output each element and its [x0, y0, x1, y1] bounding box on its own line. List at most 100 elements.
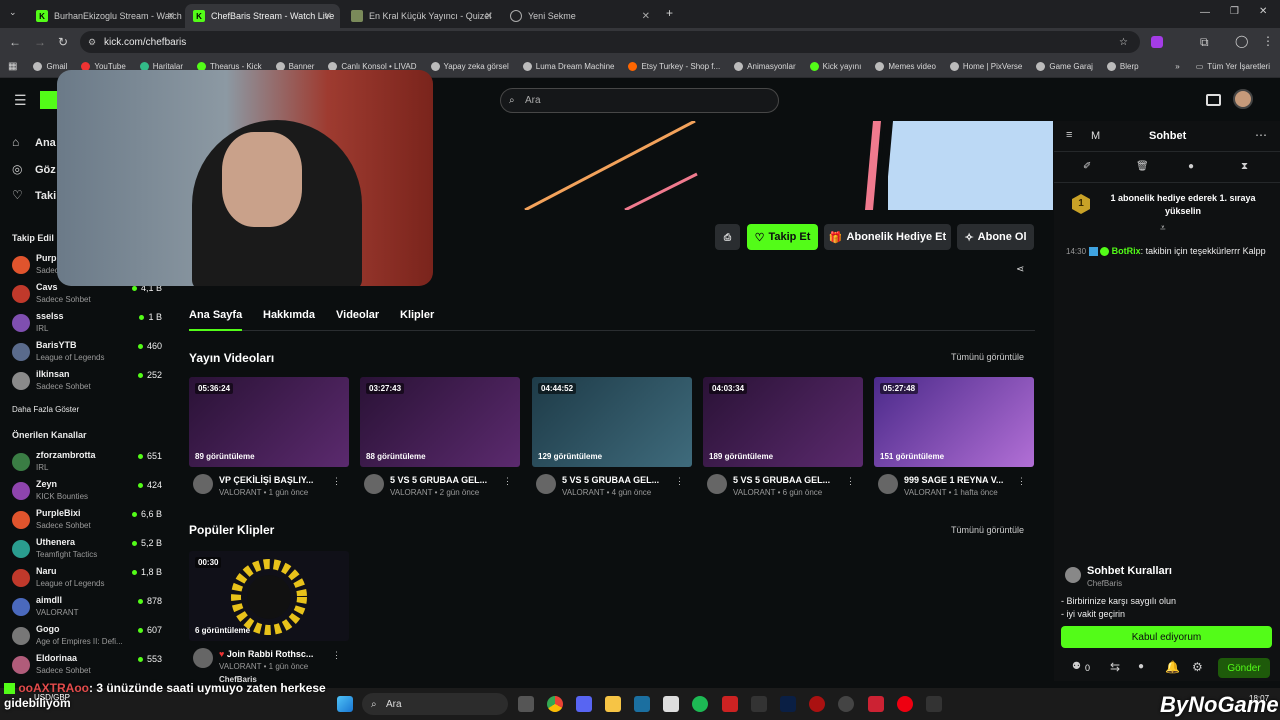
more-options-icon[interactable]: ⋮ — [503, 476, 512, 487]
extension-icon[interactable] — [1151, 36, 1163, 48]
followed-channel[interactable]: sselss IRL 1 B — [12, 310, 162, 336]
opera-icon[interactable] — [897, 696, 913, 712]
recommended-channel[interactable]: Gogo Age of Empires II: Defi... 607 — [12, 623, 162, 649]
bookmark-item[interactable]: Home | PixVerse — [949, 62, 1022, 71]
tab-new[interactable]: Yeni Sekme ✕ — [502, 4, 658, 28]
more-options-icon[interactable]: ⋮ — [675, 476, 684, 487]
heart-icon[interactable]: ♡ — [12, 189, 23, 201]
chat-mode-letter[interactable]: M — [1091, 130, 1100, 142]
epic-games-icon[interactable] — [751, 696, 767, 712]
bookmark-item[interactable]: Game Garaj — [1036, 62, 1093, 71]
clip-category[interactable]: VALORANT — [219, 662, 261, 671]
spotify-icon[interactable] — [692, 696, 708, 712]
forward-icon[interactable]: → — [34, 36, 46, 48]
browser-menu-icon[interactable]: ⋮ — [1262, 35, 1274, 47]
video-card[interactable]: 04:03:34 189 görüntüleme 5 VS 5 GRUBAA GE… — [703, 377, 863, 497]
bookmark-item[interactable]: Animasyonlar — [734, 62, 796, 71]
tab-search-icon[interactable]: ⌄ — [9, 8, 17, 17]
close-window-icon[interactable]: ✕ — [1259, 7, 1267, 17]
video-card[interactable]: 04:44:52 129 görüntüleme 5 VS 5 GRUBAA GE… — [532, 377, 692, 497]
profile-icon[interactable]: ◯ — [1235, 35, 1248, 47]
photoshop-icon[interactable] — [780, 696, 796, 712]
bookmark-star-icon[interactable]: ☆ — [1119, 37, 1128, 48]
recommended-channel[interactable]: Zeyn KICK Bounties 424 — [12, 478, 162, 504]
clips-see-all[interactable]: Tümünü görüntüle — [951, 525, 1024, 535]
clip-card[interactable]: 00:30 6 görüntüleme ♥ Join Rabbi Rothsc..… — [189, 551, 349, 684]
search-input[interactable]: ⌕ Ara — [500, 88, 779, 113]
recommended-channel[interactable]: zforzambrotta IRL 651 — [12, 449, 162, 475]
more-options-icon[interactable]: ⋮ — [1017, 476, 1026, 487]
bookmark-item[interactable]: Gmail — [33, 62, 67, 71]
tab-about[interactable]: Hakkımda — [263, 309, 315, 321]
video-category[interactable]: VALORANT — [733, 488, 775, 497]
gift-sub-button[interactable]: 🎁 Abonelik Hediye Et — [824, 224, 951, 250]
back-icon[interactable]: ← — [9, 36, 21, 48]
extensions-puzzle-icon[interactable]: ⧉ — [1200, 36, 1209, 48]
show-more-link[interactable]: Daha Fazla Göster — [12, 405, 79, 414]
followed-channel[interactable]: ilkinsan Sadece Sohbet 252 — [12, 368, 162, 394]
avatar[interactable] — [1233, 89, 1253, 109]
minimize-icon[interactable]: — — [1200, 8, 1210, 18]
more-bookmarks-icon[interactable]: » — [1175, 62, 1179, 71]
kick-drops-icon[interactable] — [1206, 94, 1221, 106]
settings-gear-icon[interactable]: ⚙ — [1192, 661, 1203, 673]
file-explorer-icon[interactable] — [605, 696, 621, 712]
video-category[interactable]: VALORANT — [219, 488, 261, 497]
close-icon[interactable]: ✕ — [642, 11, 650, 22]
bell-icon[interactable]: 🔔 — [1165, 661, 1180, 673]
users-icon[interactable]: ⚉ — [1072, 662, 1081, 672]
send-button[interactable]: Gönder — [1218, 658, 1270, 678]
tab-clips[interactable]: Klipler — [400, 309, 434, 321]
video-category[interactable]: VALORANT — [562, 488, 604, 497]
nav-following[interactable]: Taki — [35, 190, 56, 202]
tab-quiz[interactable]: En Kral Küçük Yayıncı - Quizei ✕ — [343, 4, 501, 28]
bookmark-item[interactable]: Yapay zeka görsel — [430, 62, 509, 71]
chevron-down-icon[interactable]: ⩡ — [1160, 224, 1166, 234]
new-tab-icon[interactable]: + — [666, 7, 673, 19]
obs-icon[interactable] — [838, 696, 854, 712]
recommended-channel[interactable]: Uthenera Teamfight Tactics 5,2 B — [12, 536, 162, 562]
chat-settings-icon[interactable]: ⋯ — [1255, 129, 1267, 141]
restore-icon[interactable]: ❐ — [1230, 7, 1239, 17]
share-button[interactable]: ⎙ — [715, 224, 740, 250]
bookmark-item[interactable]: Blerp — [1106, 62, 1139, 71]
message-icon[interactable]: ● — [1188, 162, 1194, 172]
follow-button[interactable]: ♡ Takip Et — [747, 224, 818, 250]
emote-icon[interactable]: ● — [1138, 662, 1144, 672]
nav-browse[interactable]: Göz — [35, 164, 56, 176]
hamburger-menu-icon[interactable]: ☰ — [14, 93, 27, 107]
tab-videos[interactable]: Videolar — [336, 309, 379, 321]
url-field[interactable]: ⚙ kick.com/chefbaris ☆ — [80, 31, 1140, 53]
recommended-channel[interactable]: aimdll VALORANT 878 — [12, 594, 162, 620]
valorant-icon[interactable] — [868, 696, 884, 712]
trash-icon[interactable]: 🗑 — [1136, 162, 1149, 172]
collapse-chat-icon[interactable]: ≡ — [1066, 130, 1072, 141]
site-info-icon[interactable]: ⚙ — [88, 37, 96, 48]
close-icon[interactable]: ✕ — [485, 11, 493, 22]
video-card[interactable]: 05:27:48 151 görüntüleme 999 SAGE 1 REYNA… — [874, 377, 1034, 497]
recommended-channel[interactable]: Eldorinaa Sadece Sohbet 553 — [12, 652, 162, 678]
more-options-icon[interactable]: ⋮ — [846, 476, 855, 487]
steam-icon[interactable] — [634, 696, 650, 712]
bookmark-item[interactable]: Luma Dream Machine — [522, 62, 614, 71]
tab-burhan[interactable]: K BurhanEkizoglu Stream - Watch ✕ — [28, 4, 183, 28]
bookmark-item[interactable]: Etsy Turkey - Shop f... — [628, 62, 720, 71]
browse-icon[interactable]: ◎ — [12, 163, 22, 175]
close-icon[interactable]: ✕ — [324, 11, 332, 22]
video-card[interactable]: 05:36:24 89 görüntüleme VP ÇEKİLİŞİ BAŞLI… — [189, 377, 349, 497]
app-red-icon[interactable] — [722, 696, 738, 712]
more-options-icon[interactable]: ⋮ — [332, 476, 341, 487]
timer-icon[interactable]: ⧗ — [1241, 162, 1248, 172]
subscribe-button[interactable]: ✧ Abone Ol — [957, 224, 1034, 250]
recommended-channel[interactable]: Naru League of Legends 1,8 B — [12, 565, 162, 591]
reload-icon[interactable]: ↻ — [58, 36, 68, 48]
close-icon[interactable]: ✕ — [167, 11, 175, 22]
nav-home[interactable]: Ana — [35, 137, 56, 149]
refresh-icon[interactable]: ⇆ — [1110, 661, 1120, 673]
video-category[interactable]: VALORANT — [904, 488, 946, 497]
bookmark-item[interactable]: Kick yayını — [809, 62, 861, 71]
xbox-icon[interactable] — [663, 696, 679, 712]
more-options-icon[interactable]: ⋮ — [332, 650, 341, 661]
gift-leaderboard-banner[interactable]: 1 1 abonelik hediye ederek 1. sıraya yük… — [1054, 184, 1280, 226]
recommended-channel[interactable]: PurpleBixi Sadece Sohbet 6,6 B — [12, 507, 162, 533]
